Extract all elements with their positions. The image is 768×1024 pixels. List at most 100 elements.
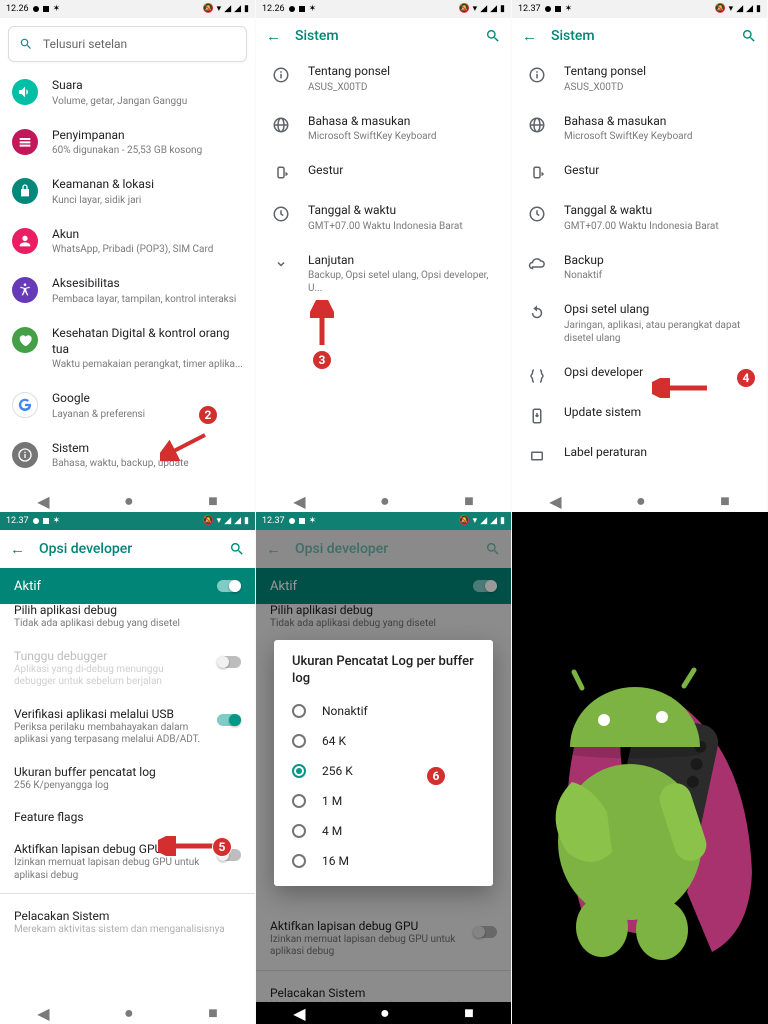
recents-nav-icon[interactable]: ■ — [208, 1003, 218, 1023]
sistem-item-label-peraturan[interactable]: Label peraturan — [512, 435, 767, 475]
status-bar: 12.37✶ 🔕▾◢◢▮ — [0, 512, 255, 530]
settings-item-akun[interactable]: AkunWhatsApp, Pribadi (POP3), SIM Card — [0, 217, 255, 267]
back-nav-icon[interactable]: ◀ — [37, 1004, 49, 1023]
arrow-annotation — [160, 432, 210, 462]
sistem-item-tanggal-waktu[interactable]: Tanggal & waktuGMT+07.00 Waktu Indonesia… — [512, 193, 767, 243]
sistem-item-update-sistem[interactable]: Update sistem — [512, 395, 767, 435]
dev-row-2[interactable]: Verifikasi aplikasi melalui USBPeriksa p… — [0, 698, 255, 756]
toggle-icon — [217, 656, 241, 668]
update-icon — [524, 407, 550, 425]
toggle-icon — [217, 714, 241, 726]
recents-nav-icon[interactable]: ■ — [464, 491, 474, 511]
arrow-annotation — [652, 378, 712, 398]
info-icon — [12, 442, 38, 468]
search-icon[interactable] — [229, 541, 245, 557]
screenshot-4-developer: 12.37✶ 🔕▾◢◢▮ ← Opsi developer Aktif Pili… — [0, 512, 256, 1024]
gesture-icon — [268, 165, 294, 183]
header-title: Sistem — [295, 28, 471, 44]
user-icon — [12, 228, 38, 254]
logger-option-1-m[interactable]: 1 M — [274, 786, 493, 816]
dev-row-0[interactable]: Pilih aplikasi debugTidak ada aplikasi d… — [0, 604, 255, 640]
clock-icon — [268, 205, 294, 223]
radio-icon — [292, 794, 306, 808]
home-nav-icon[interactable]: ● — [124, 1003, 134, 1023]
status-bar: 12.26✶ 🔕▾◢◢▮ — [0, 0, 255, 18]
logger-option-64-k[interactable]: 64 K — [274, 726, 493, 756]
search-icon[interactable] — [741, 28, 757, 44]
status-bar: 12.37✶ 🔕▾◢◢▮ — [256, 512, 511, 530]
back-nav-icon[interactable]: ◀ — [293, 492, 305, 511]
status-bar: 12.37✶ 🔕▾◢◢▮ — [512, 0, 767, 18]
globe-icon — [268, 116, 294, 134]
cloud-icon — [524, 255, 550, 273]
logger-option-256-k[interactable]: 256 K — [274, 756, 493, 786]
sistem-item-tentang-ponsel[interactable]: Tentang ponselASUS_X00TD — [512, 54, 767, 104]
sistem-item-gestur[interactable]: Gestur — [256, 153, 511, 193]
search-icon — [485, 541, 501, 557]
recents-nav-icon[interactable]: ■ — [208, 491, 218, 511]
sistem-item-bahasa-masukan[interactable]: Bahasa & masukanMicrosoft SwiftKey Keybo… — [512, 104, 767, 154]
arrow-annotation — [158, 836, 218, 856]
home-nav-icon[interactable]: ● — [124, 491, 134, 511]
sistem-item-tanggal-waktu[interactable]: Tanggal & waktuGMT+07.00 Waktu Indonesia… — [256, 193, 511, 243]
settings-item-aksesibilitas[interactable]: AksesibilitasPembaca layar, tampilan, ko… — [0, 266, 255, 316]
back-nav-icon[interactable]: ◀ — [549, 492, 561, 511]
logger-option-4-m[interactable]: 4 M — [274, 816, 493, 846]
recents-nav-icon[interactable]: ■ — [720, 491, 730, 511]
back-nav-icon[interactable]: ◀ — [293, 1004, 305, 1023]
sistem-item-bahasa-masukan[interactable]: Bahasa & masukanMicrosoft SwiftKey Keybo… — [256, 104, 511, 154]
dev-row-4[interactable]: Feature flags — [0, 801, 255, 833]
header-title: Opsi developer — [39, 541, 215, 557]
back-icon[interactable]: ← — [522, 27, 537, 45]
sistem-item-lanjutan[interactable]: LanjutanBackup, Opsi setel ulang, Opsi d… — [256, 243, 511, 306]
header-title: Opsi developer — [295, 541, 471, 557]
back-icon: ← — [266, 540, 281, 558]
settings-item-suara[interactable]: SuaraVolume, getar, Jangan Ganggu — [0, 68, 255, 118]
status-bar: 12.26✶ 🔕▾◢◢▮ — [256, 0, 511, 18]
app-header: ← Sistem — [256, 18, 511, 54]
settings-item-kesehatan-digital-kontrol-orang-tua[interactable]: Kesehatan Digital & kontrol orang tuaWak… — [0, 316, 255, 381]
settings-item-sistem[interactable]: SistemBahasa, waktu, backup, update — [0, 431, 255, 481]
dialog-title: Ukuran Pencatat Log per buffer log — [274, 654, 493, 696]
radio-icon — [292, 764, 306, 778]
home-nav-icon[interactable]: ● — [636, 491, 646, 511]
section-pelacakan[interactable]: Pelacakan SistemMerekam aktivitas sistem… — [0, 900, 255, 946]
sistem-item-tentang-ponsel[interactable]: Tentang ponselASUS_X00TD — [256, 54, 511, 104]
back-nav-icon[interactable]: ◀ — [37, 492, 49, 511]
developer-master-toggle[interactable]: Aktif — [0, 568, 255, 604]
annotation-badge-3: 3 — [312, 350, 332, 370]
developer-master-toggle-dimmed: Aktif — [256, 568, 511, 604]
home-nav-icon[interactable]: ● — [380, 491, 390, 511]
globe-icon — [524, 116, 550, 134]
annotation-badge-5: 5 — [212, 837, 232, 857]
sistem-item-gestur[interactable]: Gestur — [512, 153, 767, 193]
back-icon[interactable]: ← — [266, 27, 281, 45]
sistem-item-opsi-developer[interactable]: Opsi developer — [512, 355, 767, 395]
toggle-on-icon — [217, 580, 241, 592]
recents-nav-icon[interactable]: ■ — [464, 1003, 474, 1023]
logger-option-nonaktif[interactable]: Nonaktif — [274, 696, 493, 726]
dev-row-3[interactable]: Ukuran buffer pencatat log256 K/penyangg… — [0, 756, 255, 802]
search-icon[interactable] — [485, 28, 501, 44]
radio-icon — [292, 854, 306, 868]
settings-item-keamanan-lokasi[interactable]: Keamanan & lokasiKunci layar, sidik jari — [0, 167, 255, 217]
settings-item-google[interactable]: GoogleLayanan & preferensi — [0, 381, 255, 431]
settings-item-penyimpanan[interactable]: Penyimpanan60% digunakan - 25,53 GB koso… — [0, 118, 255, 168]
arrow-annotation — [310, 300, 334, 350]
app-header: ← Sistem — [512, 18, 767, 54]
sistem-item-opsi-setel-ulang[interactable]: Opsi setel ulangJaringan, aplikasi, atau… — [512, 292, 767, 355]
radio-icon — [292, 734, 306, 748]
home-nav-icon[interactable]: ● — [380, 1003, 390, 1023]
clock-icon — [524, 205, 550, 223]
logger-option-16-m[interactable]: 16 M — [274, 846, 493, 876]
app-header: ← Opsi developer — [0, 530, 255, 568]
android-navbar: ◀ ● ■ — [256, 1002, 511, 1024]
search-settings-input[interactable]: Telusuri setelan — [8, 26, 247, 62]
android-navbar: ◀ ● ■ — [0, 1002, 255, 1024]
storage-icon — [12, 129, 38, 155]
back-icon[interactable]: ← — [10, 540, 25, 558]
chevron-icon — [268, 255, 294, 273]
gesture-icon — [524, 165, 550, 183]
sistem-item-backup[interactable]: BackupNonaktif — [512, 243, 767, 293]
volume-icon — [12, 79, 38, 105]
